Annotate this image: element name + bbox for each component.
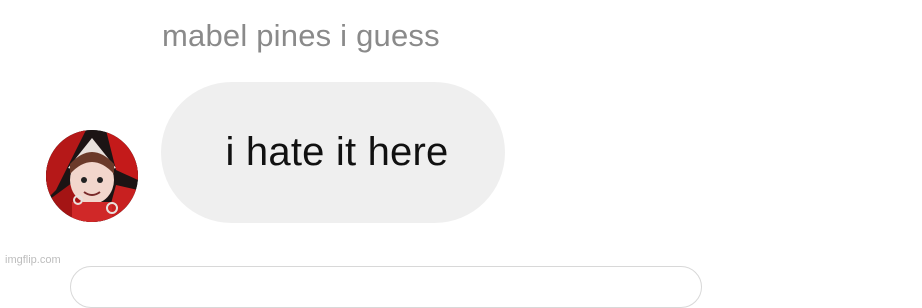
watermark: imgflip.com xyxy=(5,254,61,266)
avatar[interactable] xyxy=(46,130,138,222)
message-bubble[interactable]: i hate it here xyxy=(161,82,505,223)
avatar-image xyxy=(46,130,138,222)
next-message-bubble xyxy=(70,266,702,308)
sender-name: mabel pines i guess xyxy=(162,18,440,53)
message-text: i hate it here xyxy=(225,130,449,174)
